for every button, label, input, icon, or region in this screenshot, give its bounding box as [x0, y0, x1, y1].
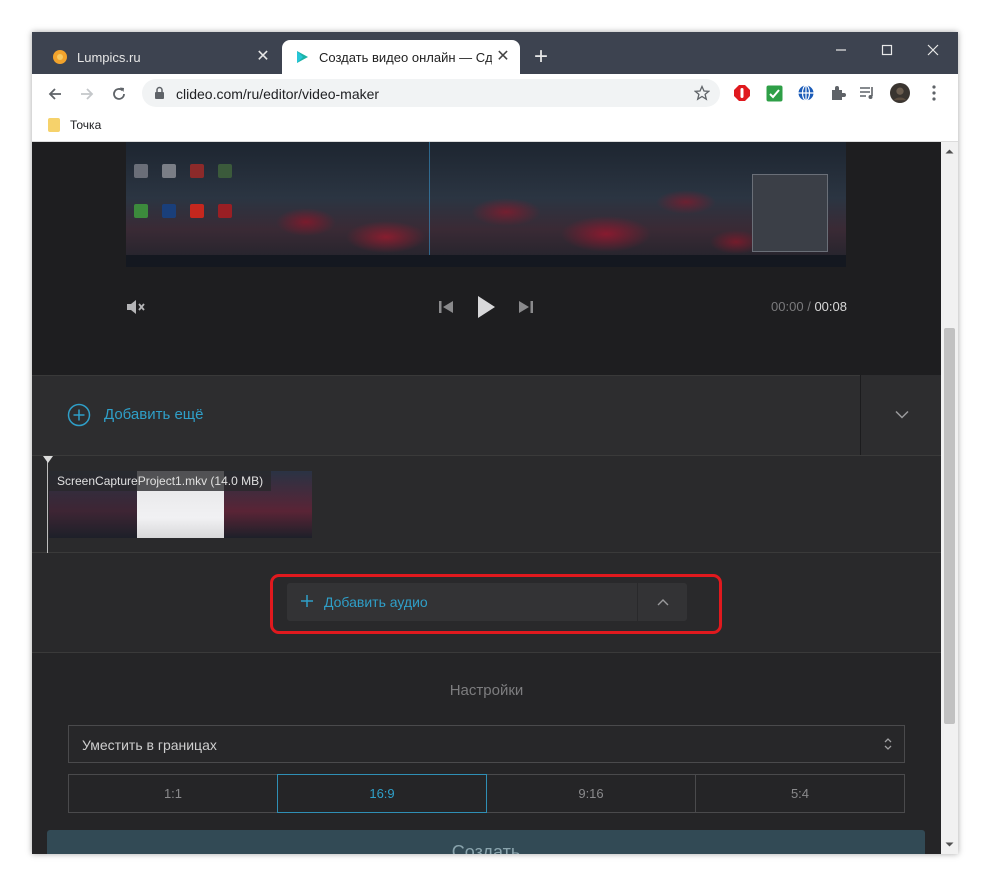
checkmark-extension-icon[interactable]	[764, 83, 784, 103]
minimize-icon[interactable]	[818, 36, 864, 64]
video-preview[interactable]	[126, 142, 846, 267]
tab-title: Lumpics.ru	[77, 49, 141, 65]
create-bar: Создать	[32, 819, 941, 854]
tab-close-icon[interactable]: ✕	[492, 46, 514, 68]
preview-scene	[126, 142, 846, 267]
ratio-9-16[interactable]: 9:16	[486, 774, 696, 813]
create-button[interactable]: Создать	[47, 830, 925, 854]
add-more-label: Добавить ещё	[104, 406, 204, 423]
maximize-icon[interactable]	[864, 36, 910, 64]
preview-taskbar	[126, 255, 846, 267]
select-arrows-icon	[884, 738, 892, 750]
mute-icon[interactable]	[124, 296, 146, 318]
add-more-button[interactable]: Добавить ещё	[32, 375, 860, 455]
bookmark-label: Точка	[70, 118, 102, 132]
menu-dots-icon[interactable]	[924, 83, 944, 103]
skip-forward-icon[interactable]	[517, 298, 535, 316]
desktop-icon	[162, 204, 176, 218]
media-queue-icon[interactable]	[858, 83, 878, 103]
desktop-icon	[190, 164, 204, 178]
preview-cursor-line	[429, 142, 430, 267]
audio-section: Добавить аудио	[32, 553, 941, 653]
plus-circle-icon	[67, 403, 91, 427]
desktop-icon	[134, 204, 148, 218]
folder-icon	[48, 118, 60, 132]
tab-clideo[interactable]: Создать видео онлайн — Сдела ✕	[282, 40, 520, 74]
globe-extension-icon[interactable]	[796, 83, 816, 103]
time-current: 00:00	[771, 299, 804, 314]
tab-close-icon[interactable]: ✕	[252, 46, 274, 68]
browser-toolbar: clideo.com/ru/editor/video-maker	[32, 74, 958, 112]
profile-avatar-icon[interactable]	[890, 83, 910, 103]
playhead-handle-icon[interactable]	[43, 456, 53, 463]
ratio-5-4[interactable]: 5:4	[695, 774, 905, 813]
bookmarks-bar: Точка	[32, 112, 958, 142]
browser-window: Lumpics.ru ✕ Создать видео онлайн — Сдел…	[32, 32, 958, 854]
player-controls: 00:00 / 00:08	[32, 292, 941, 322]
url-text: clideo.com/ru/editor/video-maker	[176, 86, 380, 102]
page-scrollbar[interactable]	[941, 142, 958, 854]
video-player: 00:00 / 00:08	[32, 142, 941, 375]
desktop-icon	[134, 164, 148, 178]
clideo-favicon-icon	[297, 51, 308, 63]
reload-icon[interactable]	[106, 81, 132, 107]
time-display: 00:00 / 00:08	[771, 299, 847, 314]
back-icon[interactable]	[42, 81, 68, 107]
adblock-icon[interactable]	[732, 83, 752, 103]
fit-mode-value: Уместить в границах	[82, 737, 217, 753]
annotation-highlight-box	[270, 574, 722, 634]
desktop-icon	[218, 204, 232, 218]
bookmark-star-icon[interactable]	[694, 85, 710, 101]
desktop-icon	[218, 164, 232, 178]
playhead[interactable]	[47, 456, 48, 554]
extensions-puzzle-icon[interactable]	[828, 83, 848, 103]
scrollbar-thumb[interactable]	[944, 328, 955, 724]
play-icon[interactable]	[475, 294, 497, 320]
tab-title: Создать видео онлайн — Сдела	[319, 49, 492, 65]
clip-label: ScreenCaptureProject1.mkv (14.0 MB)	[49, 471, 272, 491]
new-tab-button[interactable]: +	[528, 45, 554, 71]
desktop-widget	[752, 174, 828, 252]
settings-title: Настройки	[449, 682, 524, 699]
tab-strip: Lumpics.ru ✕ Создать видео онлайн — Сдел…	[32, 32, 958, 74]
skip-back-icon[interactable]	[437, 298, 455, 316]
time-total: 00:08	[814, 299, 847, 314]
bookmark-folder-tochka[interactable]: Точка	[48, 118, 101, 132]
ratio-1-1[interactable]: 1:1	[68, 774, 278, 813]
ratio-16-9[interactable]: 16:9	[277, 774, 487, 813]
scroll-down-icon[interactable]	[945, 840, 954, 849]
aspect-ratio-group: 1:1 16:9 9:16 5:4	[68, 774, 905, 813]
collapse-toggle-button[interactable]	[860, 375, 941, 455]
desktop-icon	[162, 164, 176, 178]
tab-lumpics[interactable]: Lumpics.ru ✕	[40, 40, 280, 74]
fit-mode-select[interactable]: Уместить в границах	[68, 725, 905, 763]
lumpics-favicon-icon	[53, 50, 67, 64]
scroll-up-icon[interactable]	[945, 147, 954, 156]
page-viewport: 00:00 / 00:08 Добавить ещё ScreenCapture…	[32, 142, 941, 854]
timeline: ScreenCaptureProject1.mkv (14.0 MB)	[32, 455, 941, 554]
window-close-icon[interactable]	[910, 36, 956, 64]
chevron-down-icon	[895, 410, 909, 419]
address-bar[interactable]: clideo.com/ru/editor/video-maker	[142, 79, 720, 107]
forward-icon[interactable]	[74, 81, 100, 107]
lock-icon	[155, 86, 164, 99]
desktop-icon	[190, 204, 204, 218]
time-separator: /	[807, 299, 811, 314]
